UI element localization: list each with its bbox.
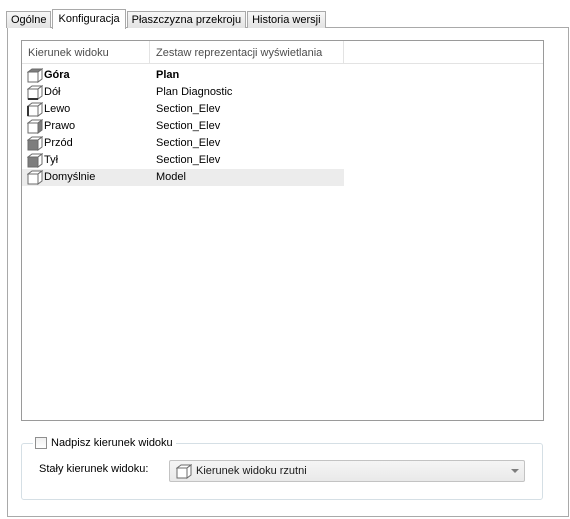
display-set-cell: Section_Elev — [156, 154, 221, 166]
column-header-display-set[interactable]: Zestaw reprezentacji wyświetlania — [150, 41, 344, 63]
tab-section-plane[interactable]: Płaszczyzna przekroju — [126, 11, 247, 28]
view-direction-list[interactable]: Kierunek widoku Zestaw reprezentacji wyś… — [21, 40, 544, 421]
tab-configuration[interactable]: Konfiguracja — [52, 9, 126, 29]
tab-general[interactable]: Ogólne — [6, 11, 52, 28]
direction-cell: Góra — [22, 67, 150, 84]
list-item[interactable]: Tył Section_Elev — [22, 152, 543, 169]
direction-label: Domyślnie — [44, 171, 96, 183]
list-item[interactable]: Góra Plan — [22, 67, 543, 84]
direction-label: Lewo — [44, 103, 71, 115]
cube-bottom-icon — [27, 85, 43, 100]
list-item[interactable]: Dół Plan Diagnostic — [22, 84, 543, 101]
display-set-cell: Section_Elev — [156, 137, 221, 149]
display-set-cell: Section_Elev — [156, 103, 221, 115]
combo-value: Kierunek widoku rzutni — [196, 465, 307, 477]
fixed-view-direction-combo[interactable]: Kierunek widoku rzutni — [169, 460, 525, 482]
list-item[interactable]: Domyślnie Model — [22, 169, 543, 186]
cube-top-icon — [27, 68, 43, 83]
display-set-cell: Plan Diagnostic — [156, 86, 233, 98]
cube-default-icon — [27, 170, 43, 185]
direction-cell: Domyślnie — [22, 169, 150, 186]
tab-version-history[interactable]: Historia wersji — [247, 11, 326, 28]
fixed-view-direction-label: Stały kierunek widoku: — [39, 463, 149, 475]
direction-cell: Dół — [22, 84, 150, 101]
override-checkbox-label[interactable]: Nadpisz kierunek widoku — [51, 437, 173, 449]
list-header: Kierunek widoku Zestaw reprezentacji wyś… — [22, 41, 543, 64]
display-set-cell: Model — [150, 169, 344, 186]
cube-left-icon — [27, 102, 43, 117]
display-set-cell: Plan — [156, 69, 180, 81]
cube-right-icon — [27, 119, 43, 134]
cube-front-icon — [27, 136, 43, 151]
direction-cell: Przód — [22, 135, 150, 152]
direction-cell: Tył — [22, 152, 150, 169]
list-rows: Góra Plan Dół Plan Diagnostic Lewo Section_El… — [22, 64, 543, 186]
override-view-direction-checkbox[interactable] — [35, 437, 47, 449]
direction-cell: Prawo — [22, 118, 150, 135]
column-header-view-direction[interactable]: Kierunek widoku — [22, 41, 150, 63]
direction-label: Prawo — [44, 120, 76, 132]
list-item[interactable]: Przód Section_Elev — [22, 135, 543, 152]
cube-default-icon — [176, 463, 192, 479]
direction-label: Góra — [44, 69, 70, 81]
direction-label: Dół — [44, 86, 61, 98]
list-item[interactable]: Lewo Section_Elev — [22, 101, 543, 118]
tab-strip: Ogólne Konfiguracja Płaszczyzna przekroj… — [6, 9, 327, 29]
cube-back-icon — [27, 153, 43, 168]
direction-label: Przód — [44, 137, 73, 149]
direction-cell: Lewo — [22, 101, 150, 118]
chevron-down-icon[interactable] — [511, 469, 519, 473]
display-set-cell: Section_Elev — [156, 120, 221, 132]
list-item[interactable]: Prawo Section_Elev — [22, 118, 543, 135]
direction-label: Tył — [44, 154, 59, 166]
override-legend: Nadpisz kierunek widoku — [33, 435, 176, 451]
